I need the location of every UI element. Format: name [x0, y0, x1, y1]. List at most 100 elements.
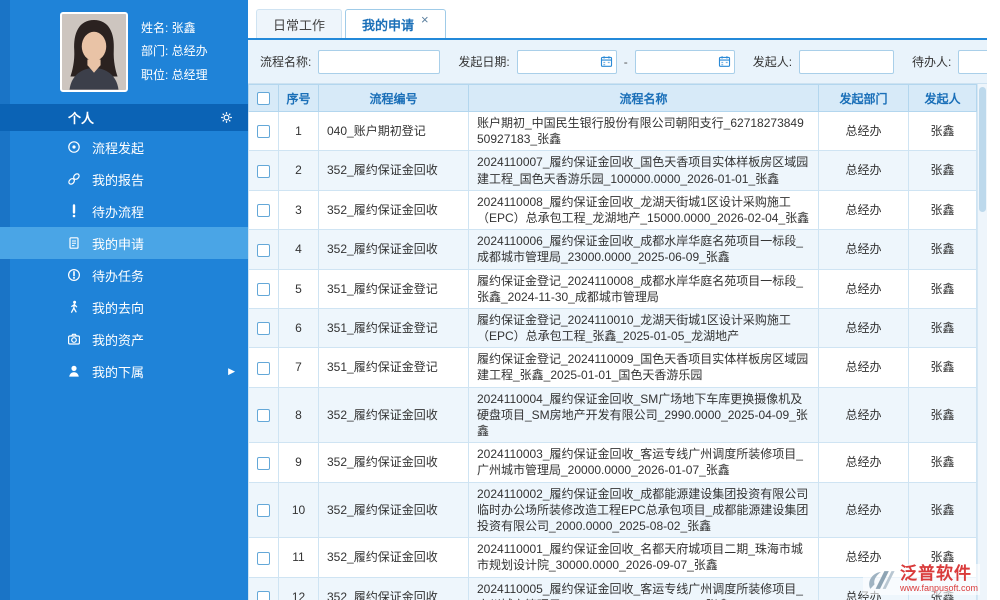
row-checkbox[interactable]	[257, 322, 270, 335]
app-window: 姓名: 张鑫 部门: 总经办 职位: 总经理 个人 流程发起	[0, 0, 1000, 600]
table-header-row: 序号 流程编号 流程名称 发起部门 发起人	[249, 85, 977, 112]
tab-bar: 日常工作 我的申请 ×	[248, 0, 987, 40]
table-row[interactable]: 5 351_履约保证金登记 履约保证金登记_2024110008_成都水岸华庭名…	[249, 269, 977, 308]
cell-initiating-department: 总经办	[819, 387, 909, 443]
cell-initiating-department: 总经办	[819, 269, 909, 308]
cell-initiating-department: 总经办	[819, 151, 909, 190]
row-checkbox[interactable]	[257, 409, 270, 422]
sidebar-item-label: 我的去向	[92, 298, 144, 317]
cell-process-name: 2024110008_履约保证金回收_龙湖天街城1区设计采购施工（EPC）总承包…	[469, 190, 819, 229]
vertical-scrollbar[interactable]	[977, 84, 987, 600]
table-row[interactable]: 10 352_履约保证金回收 2024110002_履约保证金回收_成都能源建设…	[249, 482, 977, 538]
assignee-input[interactable]	[958, 50, 987, 74]
cell-row-number: 11	[279, 538, 319, 577]
cell-row-number: 9	[279, 443, 319, 482]
sidebar-nav: 流程发起 我的报告 待办流程 我的申请	[0, 131, 248, 387]
row-checkbox[interactable]	[257, 165, 270, 178]
cell-initiator: 张鑫	[909, 230, 977, 269]
brand-watermark: 泛普软件 www.fanpusoft.com	[863, 564, 980, 595]
start-date-label: 发起日期:	[458, 53, 509, 70]
row-checkbox[interactable]	[257, 552, 270, 565]
start-date-from-field	[517, 50, 617, 74]
select-all-checkbox[interactable]	[257, 92, 270, 105]
target-icon	[66, 140, 81, 155]
process-table: 序号 流程编号 流程名称 发起部门 发起人 1 040_账户期初登记 账户期初_…	[248, 84, 977, 600]
header-name: 流程名称	[469, 85, 819, 112]
initiator-input[interactable]	[799, 50, 894, 74]
profile-department: 部门: 总经办	[141, 40, 208, 63]
sidebar-item-process-initiate[interactable]: 流程发起	[0, 131, 248, 163]
cell-process-code: 040_账户期初登记	[319, 112, 469, 151]
initiator-label: 发起人:	[753, 53, 792, 70]
row-checkbox[interactable]	[257, 283, 270, 296]
row-checkbox[interactable]	[257, 204, 270, 217]
sidebar-item-label: 我的下属	[92, 362, 144, 381]
close-icon[interactable]: ×	[421, 13, 429, 26]
chevron-right-icon[interactable]: ▶	[228, 367, 235, 376]
scrollbar-thumb[interactable]	[979, 87, 986, 212]
table-row[interactable]: 2 352_履约保证金回收 2024110007_履约保证金回收_国色天香项目实…	[249, 151, 977, 190]
cell-initiator: 张鑫	[909, 443, 977, 482]
cell-process-code: 352_履约保证金回收	[319, 577, 469, 600]
table-row[interactable]: 8 352_履约保证金回收 2024110004_履约保证金回收_SM广场地下车…	[249, 387, 977, 443]
header-code: 流程编号	[319, 85, 469, 112]
process-name-input[interactable]	[318, 50, 440, 74]
sidebar-section-personal[interactable]: 个人	[0, 104, 248, 131]
cell-process-name: 2024110007_履约保证金回收_国色天香项目实体样板房区域园建工程_国色天…	[469, 151, 819, 190]
sidebar-item-label: 待办任务	[92, 266, 144, 285]
document-icon	[66, 236, 81, 251]
table-wrap: 序号 流程编号 流程名称 发起部门 发起人 1 040_账户期初登记 账户期初_…	[248, 84, 977, 600]
cell-process-code: 352_履约保证金回收	[319, 387, 469, 443]
header-user: 发起人	[909, 85, 977, 112]
sidebar-item-my-reports[interactable]: 我的报告	[0, 163, 248, 195]
start-date-to-field	[635, 50, 735, 74]
sidebar-item-my-assets[interactable]: 我的资产	[0, 323, 248, 355]
cell-process-code: 352_履约保证金回收	[319, 443, 469, 482]
row-checkbox[interactable]	[257, 457, 270, 470]
table-row[interactable]: 3 352_履约保证金回收 2024110008_履约保证金回收_龙湖天街城1区…	[249, 190, 977, 229]
cell-process-name: 2024110006_履约保证金回收_成都水岸华庭名苑项目一标段_成都城市管理局…	[469, 230, 819, 269]
cell-process-name: 履约保证金登记_2024110009_国色天香项目实体样板房区域园建工程_张鑫_…	[469, 348, 819, 387]
cell-initiating-department: 总经办	[819, 112, 909, 151]
calendar-icon[interactable]	[600, 55, 613, 68]
cell-process-name: 履约保证金登记_2024110008_成都水岸华庭名苑项目一标段_张鑫_2024…	[469, 269, 819, 308]
cell-process-code: 351_履约保证金登记	[319, 348, 469, 387]
tab-my-applications[interactable]: 我的申请 ×	[345, 9, 446, 38]
table-row[interactable]: 6 351_履约保证金登记 履约保证金登记_2024110010_龙湖天街城1区…	[249, 308, 977, 347]
row-checkbox[interactable]	[257, 362, 270, 375]
cell-row-number: 8	[279, 387, 319, 443]
walking-person-icon	[66, 300, 81, 315]
table-row[interactable]: 7 351_履约保证金登记 履约保证金登记_2024110009_国色天香项目实…	[249, 348, 977, 387]
avatar-photo-placeholder	[62, 14, 126, 90]
row-checkbox[interactable]	[257, 504, 270, 517]
cell-process-name: 2024110001_履约保证金回收_名都天府城项目二期_珠海市城市规划设计院_…	[469, 538, 819, 577]
sidebar-item-pending-processes[interactable]: 待办流程	[0, 195, 248, 227]
row-checkbox[interactable]	[257, 591, 270, 600]
sidebar-item-pending-tasks[interactable]: 待办任务	[0, 259, 248, 291]
cell-row-number: 3	[279, 190, 319, 229]
sidebar-item-my-applications[interactable]: 我的申请	[0, 227, 248, 259]
calendar-icon[interactable]	[718, 55, 731, 68]
table-row[interactable]: 9 352_履约保证金回收 2024110003_履约保证金回收_客运专线广州调…	[249, 443, 977, 482]
sidebar-item-label: 我的报告	[92, 170, 144, 189]
table-row[interactable]: 4 352_履约保证金回收 2024110006_履约保证金回收_成都水岸华庭名…	[249, 230, 977, 269]
cell-initiator: 张鑫	[909, 387, 977, 443]
cell-process-name: 2024110004_履约保证金回收_SM广场地下车库更换摄像机及硬盘项目_SM…	[469, 387, 819, 443]
cell-process-code: 352_履约保证金回收	[319, 230, 469, 269]
link-icon	[66, 172, 81, 187]
cell-row-number: 7	[279, 348, 319, 387]
cell-process-code: 351_履约保证金登记	[319, 269, 469, 308]
table-row[interactable]: 1 040_账户期初登记 账户期初_中国民生银行股份有限公司朝阳支行_62718…	[249, 112, 977, 151]
tab-daily-work[interactable]: 日常工作	[256, 9, 342, 38]
sidebar-item-label: 待办流程	[92, 202, 144, 221]
sidebar-item-label: 我的资产	[92, 330, 144, 349]
sidebar-item-my-whereabouts[interactable]: 我的去向	[0, 291, 248, 323]
person-icon	[66, 364, 81, 379]
sidebar-item-label: 流程发起	[92, 138, 144, 157]
row-checkbox[interactable]	[257, 125, 270, 138]
gear-icon[interactable]	[220, 111, 233, 124]
cell-initiator: 张鑫	[909, 308, 977, 347]
section-label: 个人	[68, 108, 94, 127]
row-checkbox[interactable]	[257, 244, 270, 257]
sidebar-item-my-subordinates[interactable]: 我的下属 ▶	[0, 355, 248, 387]
